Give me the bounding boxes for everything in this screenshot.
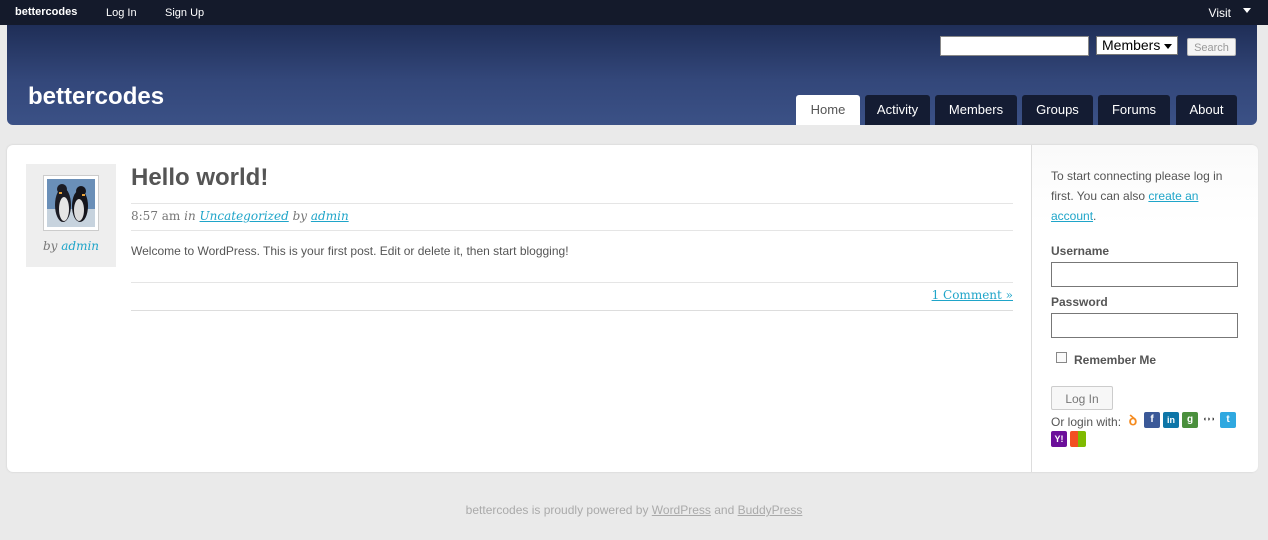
author-link[interactable]: admin	[61, 239, 99, 253]
password-field[interactable]	[1051, 313, 1238, 338]
or-login-label: Or login with:	[1051, 415, 1122, 429]
search-scope-select[interactable]: Members	[1096, 36, 1178, 55]
buddypress-link[interactable]: BuddyPress	[738, 503, 803, 517]
post-body: Welcome to WordPress. This is your first…	[131, 244, 569, 258]
username-label: Username	[1051, 244, 1110, 258]
chevron-down-icon[interactable]	[1243, 8, 1251, 13]
by-label-2: by	[292, 209, 308, 223]
footer-text: bettercodes is proudly powered by	[465, 503, 652, 517]
divider	[131, 282, 1013, 283]
wordpress-link[interactable]: WordPress	[652, 503, 711, 517]
remember-me-label[interactable]: Remember Me	[1074, 353, 1156, 367]
search-button[interactable]: Search	[1187, 38, 1236, 56]
divider	[131, 203, 1013, 204]
remember-me-checkbox[interactable]	[1056, 352, 1067, 363]
myspace-icon[interactable]: ◖◗◗	[1201, 412, 1217, 428]
by-label: by	[42, 239, 58, 253]
login-intro: To start connecting please log in first.…	[1051, 166, 1241, 226]
comments-link[interactable]: 1 Comment »	[932, 288, 1013, 302]
site-title[interactable]: bettercodes	[28, 83, 164, 111]
linkedin-icon[interactable]: in	[1163, 412, 1179, 428]
author-box: by admin	[26, 164, 116, 267]
in-label: in	[184, 209, 196, 223]
tab-home[interactable]: Home	[796, 95, 860, 125]
visit-menu[interactable]: Visit	[1209, 6, 1231, 20]
openid-icon[interactable]: ꝺ	[1125, 412, 1141, 428]
tab-groups[interactable]: Groups	[1022, 95, 1093, 125]
avatar[interactable]	[43, 175, 99, 231]
google-icon[interactable]: g	[1182, 412, 1198, 428]
penguin-avatar-icon	[47, 179, 95, 227]
tab-about[interactable]: About	[1176, 95, 1237, 125]
category-link[interactable]: Uncategorized	[200, 209, 289, 223]
intro-end: .	[1093, 209, 1097, 223]
windows-icon[interactable]	[1070, 431, 1086, 447]
post-meta: 8:57 am in Uncategorized by admin	[131, 209, 349, 223]
post-title[interactable]: Hello world!	[131, 164, 268, 192]
content-container: by admin Hello world! 8:57 am in Uncateg…	[7, 145, 1258, 472]
login-button[interactable]: Log In	[1051, 386, 1113, 410]
password-label: Password	[1051, 295, 1108, 309]
signup-link[interactable]: Sign Up	[165, 7, 204, 19]
sidebar: To start connecting please log in first.…	[1031, 145, 1258, 472]
divider	[131, 310, 1013, 311]
site-footer: bettercodes is proudly powered by WordPr…	[0, 503, 1268, 517]
facebook-icon[interactable]: f	[1144, 412, 1160, 428]
admin-bar: bettercodes Log In Sign Up Visit	[0, 0, 1268, 25]
search-scope-value: Members	[1102, 37, 1161, 53]
username-field[interactable]	[1051, 262, 1238, 287]
login-link[interactable]: Log In	[106, 7, 137, 19]
chevron-down-icon	[1164, 44, 1172, 49]
footer-and: and	[710, 503, 738, 517]
divider	[131, 230, 1013, 231]
tab-activity[interactable]: Activity	[865, 95, 930, 125]
tab-members[interactable]: Members	[935, 95, 1017, 125]
post-time: 8:57 am	[131, 209, 181, 223]
search-input[interactable]	[940, 36, 1089, 56]
author-byline: by admin	[26, 239, 116, 253]
tab-forums[interactable]: Forums	[1098, 95, 1170, 125]
twitter-icon[interactable]: t	[1220, 412, 1236, 428]
yahoo-icon[interactable]: Y!	[1051, 431, 1067, 447]
post-author-link[interactable]: admin	[311, 209, 349, 223]
site-header: bettercodes Members Search Home Activity…	[7, 25, 1257, 125]
admin-bar-brand[interactable]: bettercodes	[15, 6, 77, 18]
